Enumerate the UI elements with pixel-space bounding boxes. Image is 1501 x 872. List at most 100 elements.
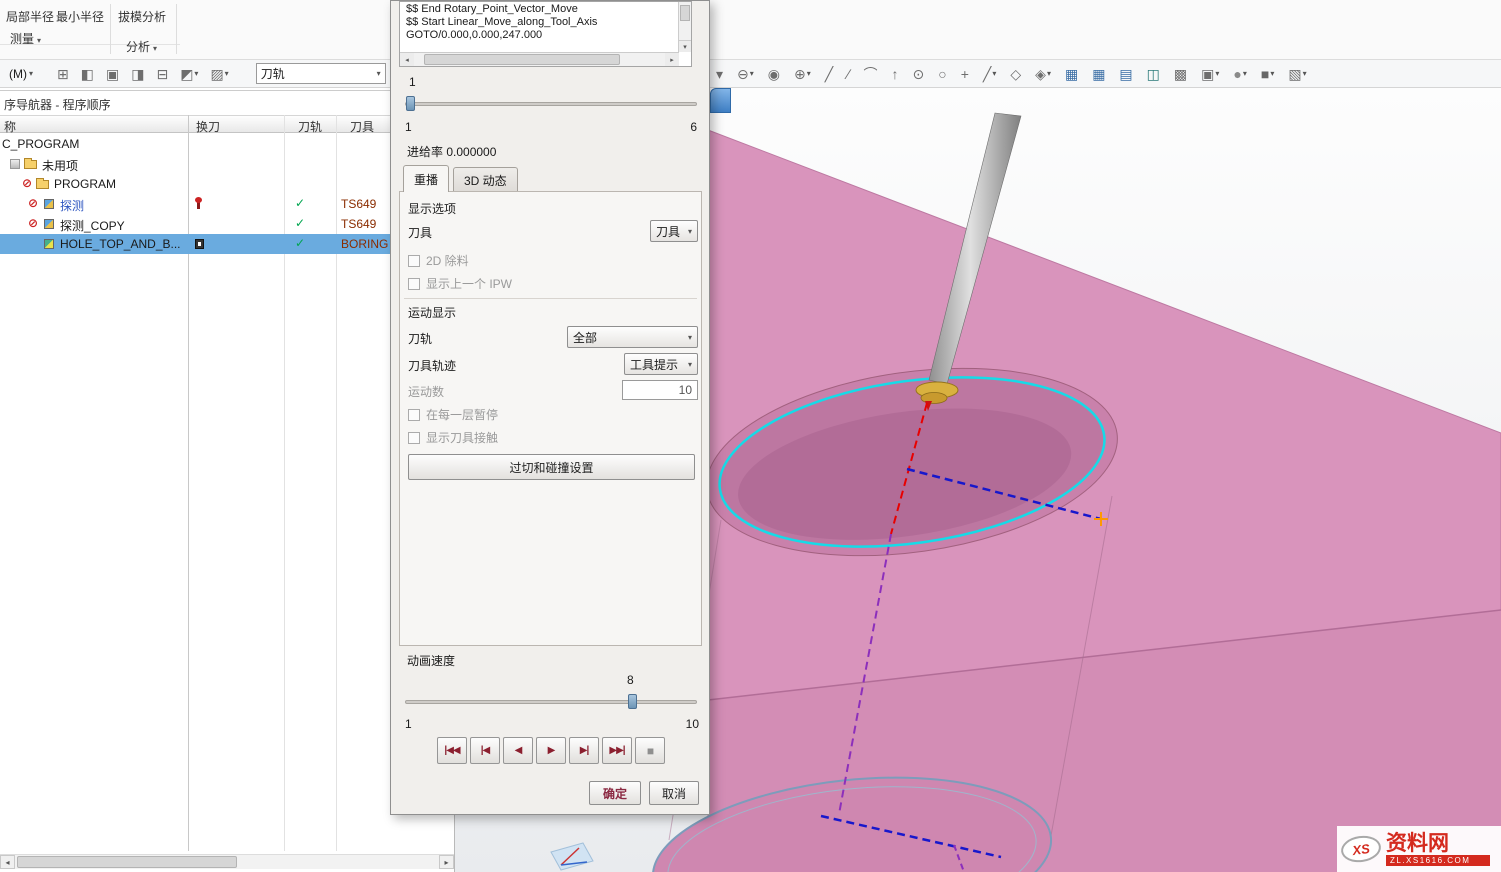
tab-3d-dynamic[interactable]: 3D 动态 bbox=[453, 167, 518, 192]
toolbar-icon[interactable]: + bbox=[958, 64, 972, 84]
playback-controls: |◀◀ |◀ ◀ ▶ ▶| ▶▶| ■ bbox=[437, 737, 665, 764]
stop-button[interactable]: ■ bbox=[635, 737, 665, 764]
ribbon-toolbar: 局部半径 最小半径 测量▾ 拔模分析 分析▾ bbox=[0, 0, 1501, 60]
toolbar-icon[interactable]: ⌒ bbox=[861, 64, 881, 84]
unused-items-icon bbox=[10, 159, 20, 169]
chevron-down-icon: ▾ bbox=[194, 70, 198, 78]
toolbar-icon[interactable]: ╱▾ bbox=[980, 64, 999, 84]
step-back-button[interactable]: |◀ bbox=[470, 737, 500, 764]
tree-row-program[interactable]: ⊘ PROGRAM bbox=[0, 174, 454, 194]
toolbar-icon[interactable]: ◧ bbox=[78, 64, 97, 84]
toolbar-icon[interactable]: ■▾ bbox=[1258, 64, 1277, 84]
toolbar-icon[interactable]: ◩▾ bbox=[177, 64, 201, 84]
column-toolpath[interactable]: 刀轨 bbox=[298, 118, 322, 135]
step-forward-button[interactable]: ▶| bbox=[569, 737, 599, 764]
toolbar-icon[interactable]: ◉ bbox=[765, 64, 783, 84]
toolbar-icon[interactable]: ∕ bbox=[844, 64, 852, 84]
scroll-left-icon[interactable]: ◂ bbox=[400, 53, 414, 66]
toolbar-icon[interactable]: ▣▾ bbox=[1198, 64, 1222, 84]
gouge-collision-settings-button[interactable]: 过切和碰撞设置 bbox=[408, 454, 695, 480]
wcs-triad-icon bbox=[551, 843, 593, 870]
checkbox-2d-removal[interactable]: 2D 除料 bbox=[408, 252, 469, 269]
toolbar-icon[interactable]: ⊞ bbox=[54, 64, 72, 84]
navigator-horizontal-scrollbar[interactable]: ◂ ▸ bbox=[0, 854, 454, 869]
position-slider-track[interactable] bbox=[405, 102, 697, 106]
scrollbar-thumb[interactable] bbox=[17, 856, 237, 868]
checkbox-pause-each-level[interactable]: 在每一层暂停 bbox=[408, 406, 498, 423]
go-to-end-button[interactable]: ▶▶| bbox=[602, 737, 632, 764]
scrollbar-thumb[interactable] bbox=[424, 54, 620, 65]
local-radius-button[interactable]: 局部半径 bbox=[6, 8, 54, 25]
toolbar-icon[interactable]: ▧▾ bbox=[1285, 64, 1309, 84]
trajectory-combo[interactable]: 工具提示▾ bbox=[624, 353, 698, 375]
chevron-down-icon: ▾ bbox=[1047, 70, 1051, 78]
column-tool[interactable]: 刀具 bbox=[350, 118, 374, 135]
toolbar-icon[interactable]: ▦ bbox=[1062, 64, 1081, 84]
toolbar-icon[interactable]: ▩ bbox=[1171, 64, 1190, 84]
tree-row-probe-copy[interactable]: ⊘ 探测_COPY ✓ TS649 bbox=[0, 214, 454, 234]
scroll-left-icon[interactable]: ◂ bbox=[0, 855, 15, 869]
tree-row-nc-program[interactable]: C_PROGRAM bbox=[0, 134, 454, 154]
chevron-down-icon: ▾ bbox=[1243, 70, 1247, 78]
play-button[interactable]: ▶ bbox=[536, 737, 566, 764]
animation-speed-title: 动画速度 bbox=[407, 652, 455, 669]
graphics-window-titlebar-fragment bbox=[710, 88, 731, 113]
gcode-listing[interactable]: $$ End Rotary_Point_Vector_Move $$ Start… bbox=[399, 1, 692, 67]
speed-slider-thumb[interactable] bbox=[628, 694, 637, 709]
toolbar-icon[interactable]: ●▾ bbox=[1230, 64, 1249, 84]
toolpath-combo[interactable]: 全部▾ bbox=[567, 326, 698, 348]
toolbar-icon[interactable]: ▦ bbox=[1089, 64, 1108, 84]
column-toolchange[interactable]: 换刀 bbox=[196, 118, 220, 135]
column-name[interactable]: 称 bbox=[4, 118, 16, 135]
chevron-down-icon: ▾ bbox=[688, 227, 692, 236]
menu-button[interactable]: (M)▾ bbox=[4, 64, 38, 84]
cancel-button[interactable]: 取消 bbox=[649, 781, 699, 805]
checkbox-show-ipw[interactable]: 显示上一个 IPW bbox=[408, 275, 512, 292]
position-slider-value: 1 bbox=[409, 75, 416, 89]
toolbar-icon[interactable]: ▾ bbox=[713, 64, 726, 84]
toolbar-icon[interactable]: ▨▾ bbox=[207, 64, 231, 84]
toolbar-icon[interactable]: ╱ bbox=[822, 64, 836, 84]
motion-count-input[interactable]: 10 bbox=[622, 380, 698, 400]
toolbar-icon[interactable]: ▤ bbox=[1116, 64, 1135, 84]
gcode-vertical-scrollbar[interactable]: ▾ bbox=[678, 2, 691, 52]
status-prohibit-icon: ⊘ bbox=[28, 196, 38, 210]
min-radius-button[interactable]: 最小半径 bbox=[56, 8, 104, 25]
toolbar-icon[interactable]: ◈▾ bbox=[1032, 64, 1054, 84]
feedrate-label: 进给率 0.000000 bbox=[407, 143, 496, 160]
tool-display-combo[interactable]: 刀具▾ bbox=[650, 220, 698, 242]
scrollbar-thumb[interactable] bbox=[680, 5, 690, 21]
checkbox-icon bbox=[408, 255, 420, 267]
scroll-right-icon[interactable]: ▸ bbox=[439, 855, 454, 869]
toolbar-icon[interactable]: ⊖▾ bbox=[734, 64, 757, 84]
checkbox-show-tool-contact[interactable]: 显示刀具接触 bbox=[408, 429, 498, 446]
toolbar-icon[interactable]: ◨ bbox=[128, 64, 147, 84]
toolbar-icon[interactable]: ⊙ bbox=[910, 64, 928, 84]
toolpath-filter-combo[interactable]: 刀轨▾ bbox=[256, 63, 386, 84]
tree-row-hole-top-selected[interactable]: HOLE_TOP_AND_B... ✓ BORING bbox=[0, 234, 454, 254]
toolbar-icon[interactable]: ◫ bbox=[1144, 64, 1163, 84]
tree-row-unused[interactable]: 未用项 bbox=[0, 154, 454, 174]
play-reverse-button[interactable]: ◀ bbox=[503, 737, 533, 764]
tree-row-probe[interactable]: ⊘ 探测 ✓ TS649 bbox=[0, 194, 454, 214]
scroll-right-icon[interactable]: ▸ bbox=[665, 53, 679, 66]
toolbar-icon[interactable]: ⊟ bbox=[153, 64, 171, 84]
toolbar-icon[interactable]: ↑ bbox=[889, 64, 902, 84]
tool-label: 刀具 bbox=[408, 224, 432, 241]
status-prohibit-icon: ⊘ bbox=[22, 176, 32, 190]
scroll-down-icon[interactable]: ▾ bbox=[679, 40, 691, 52]
draft-analysis-button[interactable]: 拔模分析 bbox=[118, 8, 166, 25]
toolbar-icon[interactable]: ▣ bbox=[103, 64, 122, 84]
toolbar-icon[interactable]: ○ bbox=[935, 64, 949, 84]
ribbon-separator bbox=[176, 4, 177, 54]
toolbar-icon[interactable]: ⊕▾ bbox=[791, 64, 814, 84]
ok-button[interactable]: 确定 bbox=[589, 781, 641, 805]
gcode-horizontal-scrollbar[interactable]: ◂ ▸ bbox=[400, 52, 679, 66]
speed-slider-track[interactable] bbox=[405, 700, 697, 704]
go-to-start-button[interactable]: |◀◀ bbox=[437, 737, 467, 764]
position-slider-thumb[interactable] bbox=[406, 96, 415, 111]
analysis-dropdown[interactable]: 分析▾ bbox=[126, 38, 157, 55]
tab-replay[interactable]: 重播 bbox=[403, 165, 449, 192]
folder-icon bbox=[24, 160, 37, 169]
toolbar-icon[interactable]: ◇ bbox=[1007, 64, 1024, 84]
